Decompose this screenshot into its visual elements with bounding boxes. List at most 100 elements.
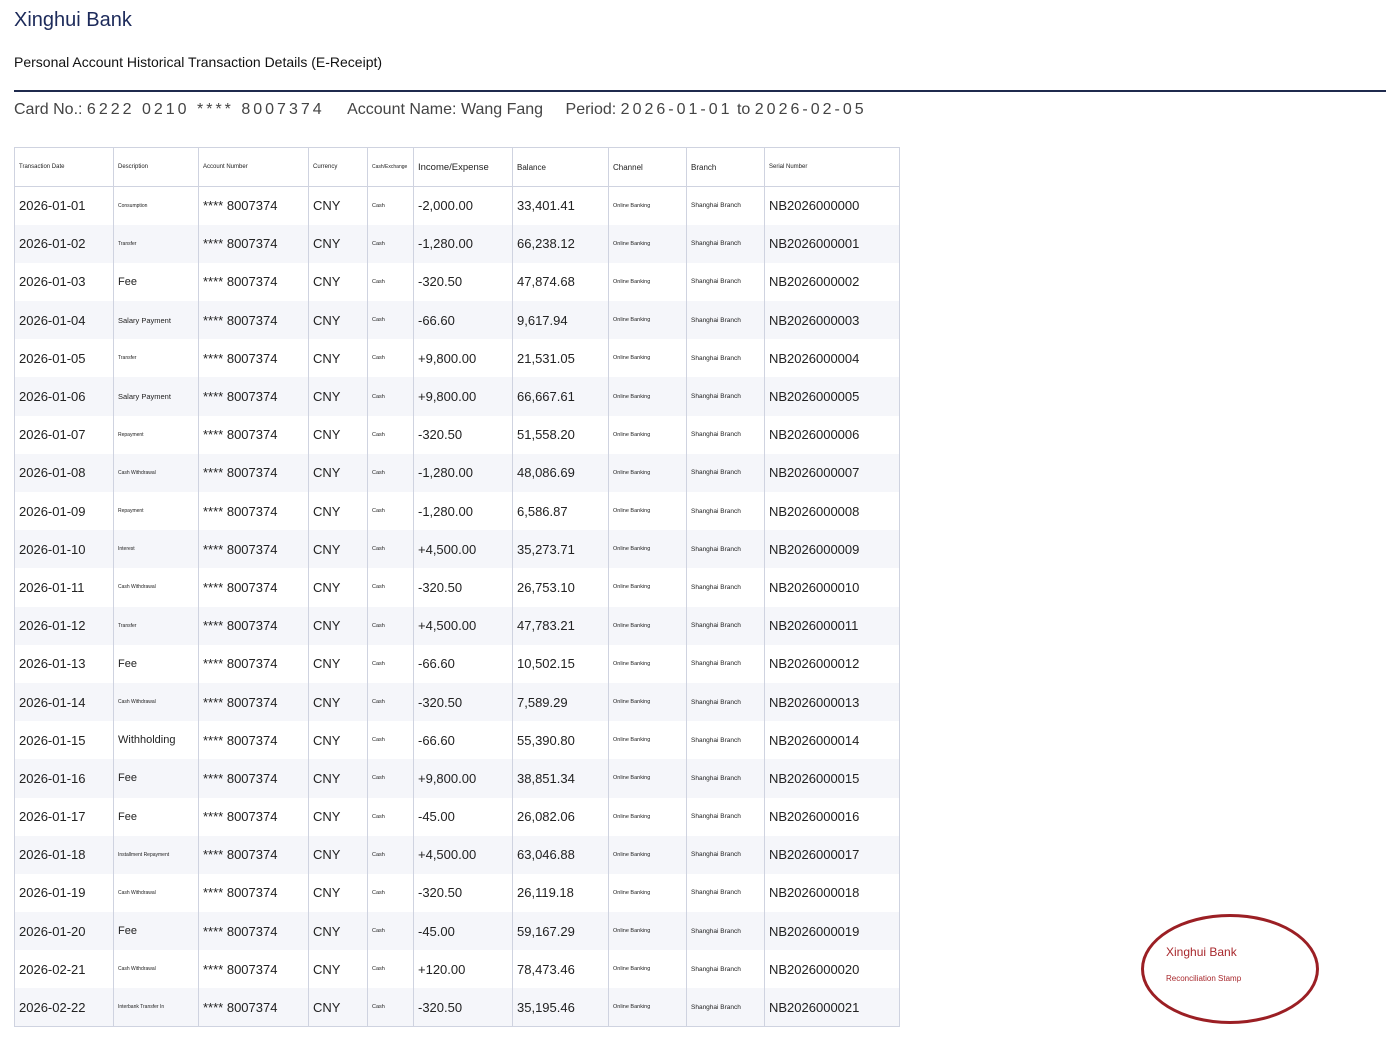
cell-currency: CNY <box>308 682 368 722</box>
cell-serial-number: NB2026000011 <box>764 606 900 645</box>
table-row: 2026-01-17 Fee **** 8007374 CNY Cash -45.00 26… <box>14 797 900 836</box>
cell-currency: CNY <box>308 759 368 798</box>
cell-account-number: **** 8007374 <box>198 644 309 683</box>
cell-cash-exchange: Cash <box>367 950 414 989</box>
cell-balance: 66,667.61 <box>512 377 609 416</box>
cell-branch: Shanghai Branch <box>686 988 765 1027</box>
cell-account-number: **** 8007374 <box>198 530 309 569</box>
cell-branch: Shanghai Branch <box>686 606 765 645</box>
period-start: 2026-01-01 <box>620 101 733 118</box>
period-label: Period: <box>565 101 617 118</box>
cell-description: Installment Repayment <box>113 835 199 874</box>
col-balance: Balance <box>512 147 609 187</box>
cell-income-expense: +120.00 <box>413 950 513 989</box>
cell-branch: Shanghai Branch <box>686 301 765 340</box>
cell-income-expense: +9,800.00 <box>413 759 513 798</box>
cell-branch: Shanghai Branch <box>686 873 765 913</box>
cell-branch: Shanghai Branch <box>686 644 765 683</box>
cell-account-number: **** 8007374 <box>198 950 309 989</box>
cell-date: 2026-01-12 <box>14 606 114 645</box>
cell-date: 2026-01-01 <box>14 186 114 225</box>
cell-account-number: **** 8007374 <box>198 988 309 1027</box>
cell-serial-number: NB2026000013 <box>764 682 900 722</box>
cell-date: 2026-01-19 <box>14 873 114 913</box>
cell-account-number: **** 8007374 <box>198 415 309 454</box>
cell-cash-exchange: Cash <box>367 682 414 722</box>
cell-channel: Online Banking <box>608 797 687 836</box>
cell-currency: CNY <box>308 988 368 1027</box>
cell-cash-exchange: Cash <box>367 797 414 836</box>
cell-income-expense: -66.60 <box>413 721 513 760</box>
table-row: 2026-01-06 Salary Payment **** 8007374 CNY C… <box>14 377 900 416</box>
cell-account-number: **** 8007374 <box>198 759 309 798</box>
table-row: 2026-01-12 Transfer **** 8007374 CNY Cash +4,… <box>14 606 900 645</box>
cell-channel: Online Banking <box>608 262 687 302</box>
cell-cash-exchange: Cash <box>367 835 414 874</box>
table-row: 2026-01-13 Fee **** 8007374 CNY Cash -66.60 10… <box>14 644 900 683</box>
cell-description: Fee <box>113 644 199 683</box>
table-row: 2026-01-08 Cash Withdrawal **** 8007374 CNY… <box>14 453 900 492</box>
cell-currency: CNY <box>308 873 368 913</box>
table-row: 2026-01-18 Installment Repayment **** 8007… <box>14 835 900 874</box>
cell-channel: Online Banking <box>608 186 687 225</box>
cell-date: 2026-01-18 <box>14 835 114 874</box>
cell-description: Transfer <box>113 606 199 645</box>
cell-channel: Online Banking <box>608 682 687 722</box>
cell-branch: Shanghai Branch <box>686 912 765 951</box>
cell-currency: CNY <box>308 415 368 454</box>
cell-serial-number: NB2026000002 <box>764 262 900 302</box>
account-name-value: Wang Fang <box>460 101 544 118</box>
cell-account-number: **** 8007374 <box>198 453 309 492</box>
cell-currency: CNY <box>308 262 368 302</box>
cell-branch: Shanghai Branch <box>686 186 765 225</box>
table-row: 2026-01-14 Cash Withdrawal **** 8007374 CNY… <box>14 682 900 722</box>
col-serial-number: Serial Number <box>764 147 900 187</box>
cell-date: 2026-01-15 <box>14 721 114 760</box>
cell-serial-number: NB2026000004 <box>764 339 900 378</box>
table-row: 2026-01-20 Fee **** 8007374 CNY Cash -45.00 59… <box>14 912 900 951</box>
cell-serial-number: NB2026000019 <box>764 912 900 951</box>
cell-serial-number: NB2026000001 <box>764 224 900 263</box>
cell-description: Cash Withdrawal <box>113 682 199 722</box>
cell-serial-number: NB2026000000 <box>764 186 900 225</box>
cell-serial-number: NB2026000005 <box>764 377 900 416</box>
cell-income-expense: -45.00 <box>413 912 513 951</box>
bank-name: Xinghui Bank <box>14 9 132 31</box>
cell-description: Fee <box>113 912 199 951</box>
cell-cash-exchange: Cash <box>367 568 414 607</box>
cell-channel: Online Banking <box>608 377 687 416</box>
cell-account-number: **** 8007374 <box>198 262 309 302</box>
cell-account-number: **** 8007374 <box>198 301 309 340</box>
cell-currency: CNY <box>308 339 368 378</box>
cell-date: 2026-01-16 <box>14 759 114 798</box>
cell-account-number: **** 8007374 <box>198 835 309 874</box>
table-row: 2026-01-02 Transfer **** 8007374 CNY Cash -1,… <box>14 224 900 263</box>
document-title: Personal Account Historical Transaction … <box>14 54 383 70</box>
cell-branch: Shanghai Branch <box>686 797 765 836</box>
cell-branch: Shanghai Branch <box>686 453 765 492</box>
col-transaction-date: Transaction Date <box>14 147 114 187</box>
cell-date: 2026-01-03 <box>14 262 114 302</box>
table-row: 2026-02-22 Interbank Transfer In **** 8007… <box>14 988 900 1027</box>
cell-description: Cash Withdrawal <box>113 950 199 989</box>
cell-serial-number: NB2026000003 <box>764 301 900 340</box>
cell-channel: Online Banking <box>608 606 687 645</box>
cell-branch: Shanghai Branch <box>686 835 765 874</box>
cell-income-expense: -1,280.00 <box>413 453 513 492</box>
cell-balance: 21,531.05 <box>512 339 609 378</box>
col-income-expense: Income/Expense <box>413 147 513 187</box>
cell-date: 2026-01-04 <box>14 301 114 340</box>
cell-cash-exchange: Cash <box>367 377 414 416</box>
cell-account-number: **** 8007374 <box>198 339 309 378</box>
cell-currency: CNY <box>308 453 368 492</box>
cell-date: 2026-01-20 <box>14 912 114 951</box>
transaction-table: Transaction Date Description Account Num… <box>14 147 900 1028</box>
cell-cash-exchange: Cash <box>367 301 414 340</box>
cell-serial-number: NB2026000012 <box>764 644 900 683</box>
cell-currency: CNY <box>308 492 368 531</box>
cell-currency: CNY <box>308 530 368 569</box>
table-row: 2026-01-01 Consumption **** 8007374 CNY Cash… <box>14 186 900 225</box>
cell-income-expense: +9,800.00 <box>413 339 513 378</box>
table-row: 2026-01-11 Cash Withdrawal **** 8007374 CNY… <box>14 568 900 607</box>
cell-cash-exchange: Cash <box>367 988 414 1027</box>
